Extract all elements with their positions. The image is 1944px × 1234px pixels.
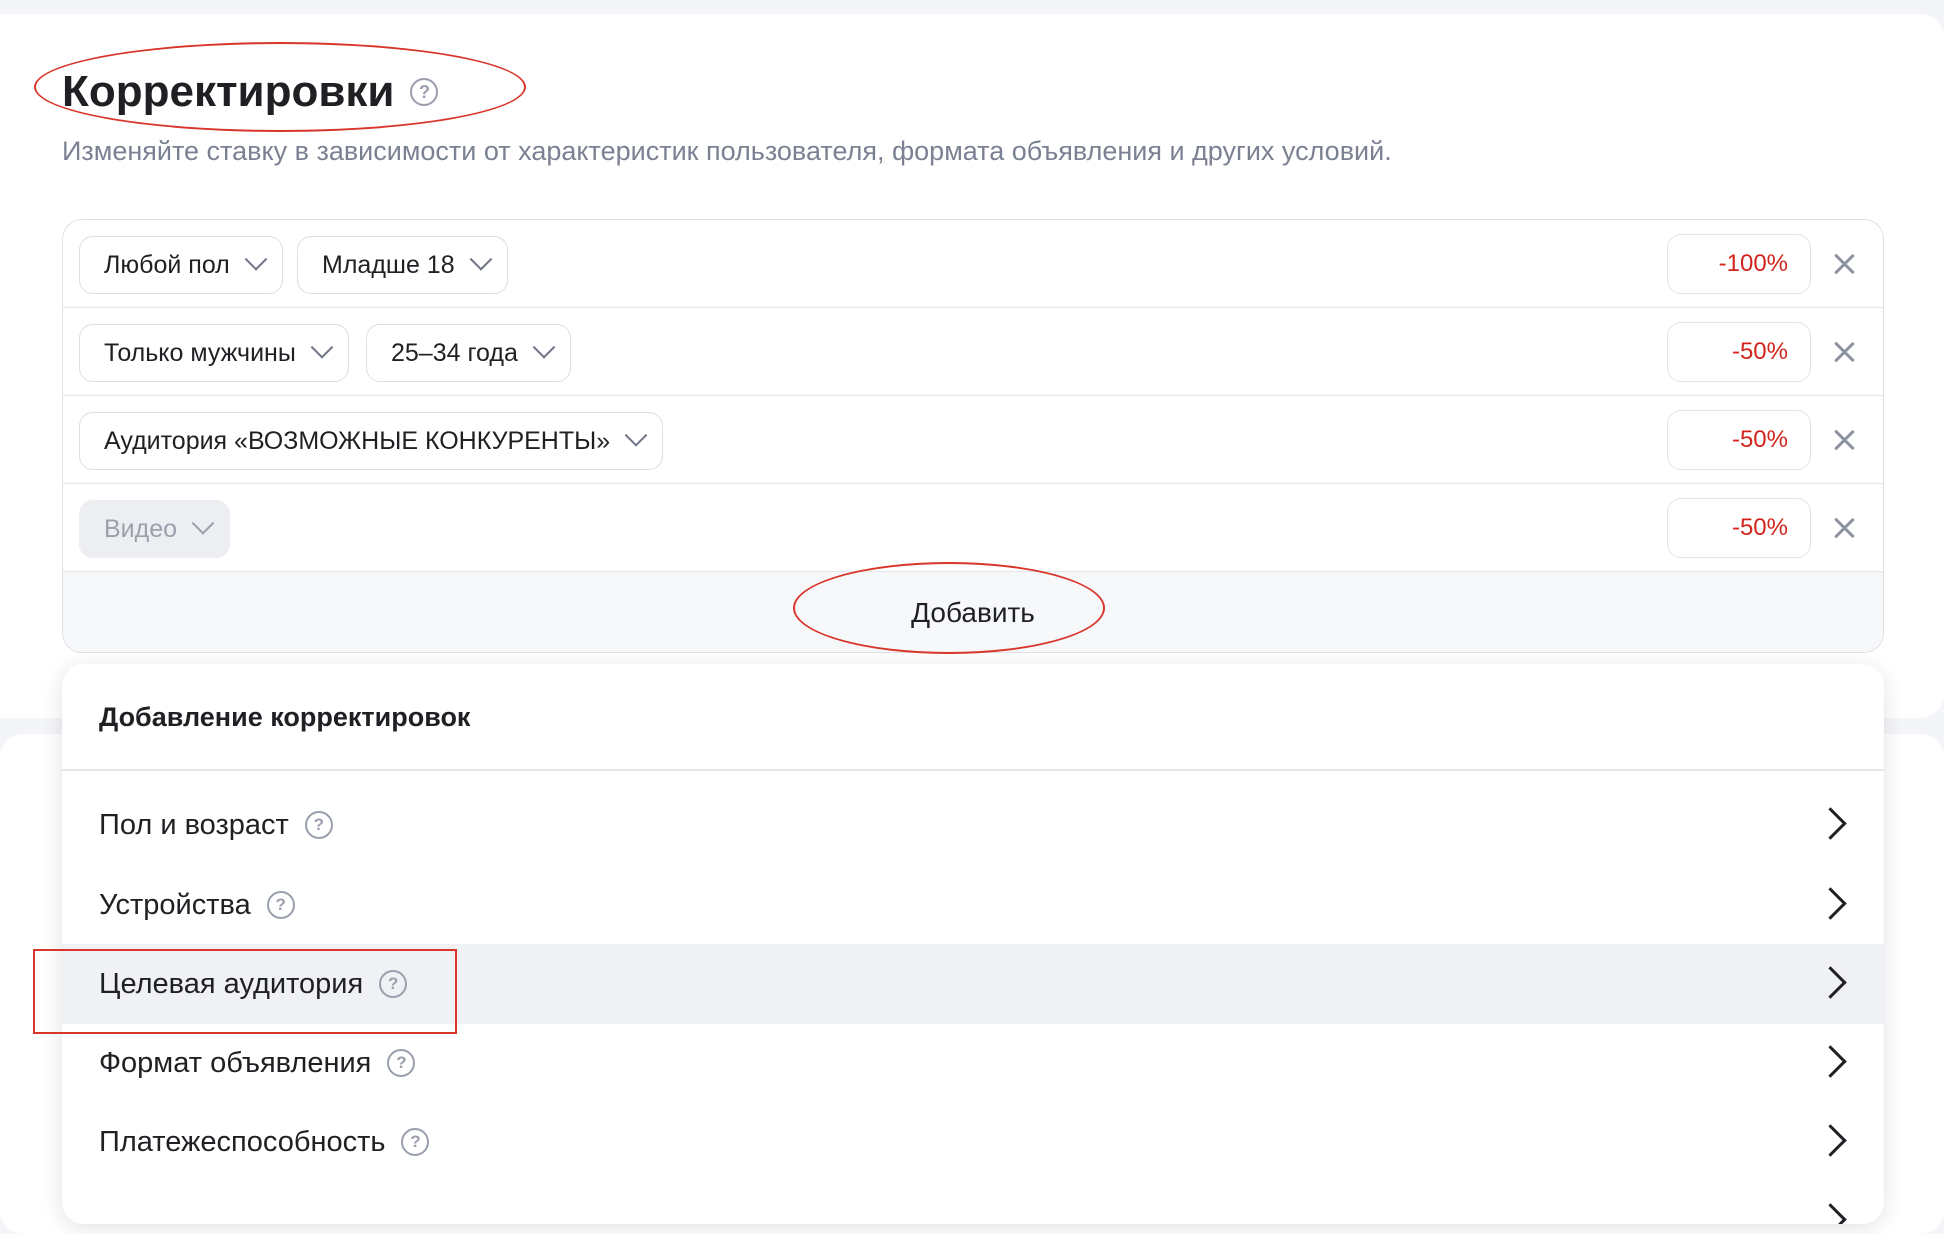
chevron-right-icon [1814,807,1847,840]
chevron-right-icon [1814,1045,1847,1078]
help-icon[interactable]: ? [401,1128,430,1156]
menu-item-devices[interactable]: Устройства ? [62,865,1884,945]
remove-icon[interactable] [1833,517,1855,539]
remove-icon[interactable] [1833,253,1855,275]
adjustment-value-input[interactable]: -50% [1667,322,1811,382]
adjustment-list: Любой пол Младше 18 -100% Только мужчины… [62,219,1884,653]
menu-item-ad-format[interactable]: Формат объявления ? [62,1023,1884,1103]
adjustment-row: Только мужчины 25–34 года -50% [63,308,1883,396]
menu-item-label: Пол и возраст [99,808,289,841]
menu-item-label: Целевая аудитория [99,967,364,1000]
gender-select[interactable]: Только мужчины [79,324,349,382]
chevron-down-icon [469,248,492,271]
add-adjustments-dropdown: Добавление корректировок Пол и возраст ?… [62,664,1884,1224]
page-subtitle: Изменяйте ставку в зависимости от характ… [62,136,1392,166]
menu-item-target-audience[interactable]: Целевая аудитория ? [62,944,1884,1024]
page-title: Корректировки [62,67,395,116]
help-icon[interactable]: ? [304,811,333,839]
chevron-right-icon [1814,966,1847,999]
adjustment-row: Любой пол Младше 18 -100% [63,220,1883,308]
menu-item-label: Устройства [99,888,251,921]
help-icon[interactable]: ? [410,78,439,106]
adjustment-row: Аудитория «ВОЗМОЖНЫЕ КОНКУРЕНТЫ» -50% [63,396,1883,484]
chevron-down-icon [191,512,215,535]
menu-item-label: Платежеспособность [99,1125,386,1158]
chevron-down-icon [624,424,648,447]
chevron-down-icon [310,336,334,359]
add-button[interactable]: Добавить [63,572,1883,652]
help-icon[interactable]: ? [379,970,408,998]
age-select[interactable]: 25–34 года [366,324,571,382]
select-value: Любой пол [104,250,230,279]
title-row: Корректировки ? [62,62,439,122]
chevron-right-icon [1814,1124,1847,1157]
select-value: Аудитория «ВОЗМОЖНЫЕ КОНКУРЕНТЫ» [104,426,611,455]
divider [62,769,1884,771]
menu-item-label: Формат объявления [99,1046,372,1079]
gender-select[interactable]: Любой пол [79,236,283,294]
chevron-right-icon [1814,887,1847,920]
chevron-down-icon [244,248,268,271]
remove-icon[interactable] [1833,429,1855,451]
age-select[interactable]: Младше 18 [297,236,508,294]
adjustment-value-input[interactable]: -50% [1667,498,1811,558]
adjustment-row: Видео -50% [63,484,1883,572]
menu-item-gender-age[interactable]: Пол и возраст ? [62,785,1884,865]
help-icon[interactable]: ? [266,891,295,919]
chevron-down-icon [532,336,556,359]
select-value: 25–34 года [391,338,518,367]
dropdown-title: Добавление корректировок [99,702,471,732]
adjustment-value-input[interactable]: -50% [1667,410,1811,470]
help-icon[interactable]: ? [387,1049,416,1077]
select-value: Только мужчины [104,338,296,367]
audience-select[interactable]: Аудитория «ВОЗМОЖНЫЕ КОНКУРЕНТЫ» [79,412,664,470]
adjustment-value-input[interactable]: -100% [1667,234,1811,294]
remove-icon[interactable] [1833,341,1855,363]
select-value: Видео [104,514,178,543]
menu-item-solvency[interactable]: Платежеспособность ? [62,1102,1884,1182]
menu-item-partial[interactable] [62,1181,1884,1224]
ad-format-select[interactable]: Видео [79,500,231,558]
chevron-right-icon [1814,1203,1847,1224]
select-value: Младше 18 [322,250,455,279]
